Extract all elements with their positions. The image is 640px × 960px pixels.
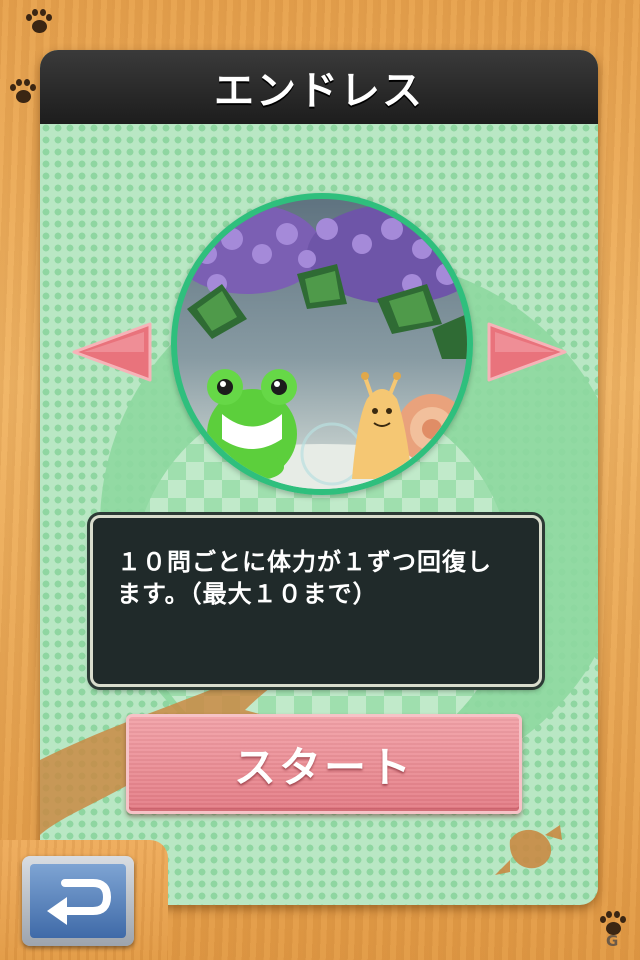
start-button-label: スタート — [233, 742, 414, 792]
description-box: １０問ごとに体力が１ずつ回復し ます。（最大１０まで） — [90, 515, 542, 687]
back-button[interactable] — [22, 856, 134, 946]
paw-print-icon — [8, 78, 38, 106]
page-title: エンドレス — [214, 68, 424, 114]
header-bar: エンドレス — [40, 50, 598, 124]
stage-preview — [171, 193, 473, 495]
start-button[interactable]: スタート — [126, 714, 522, 814]
next-mode-button[interactable] — [485, 320, 569, 384]
watermark-logo: G — [606, 932, 619, 950]
back-button-face — [30, 864, 126, 938]
return-arrow-icon — [47, 879, 112, 925]
arrow-left-icon — [72, 322, 152, 382]
arrow-right-icon — [487, 322, 567, 382]
mode-panel: エンドレス １０問ごとに体力が１ずつ回復し ます。（最大１０まで） スタート — [40, 50, 598, 905]
description-text: １０問ごとに体力が１ずつ回復し ます。（最大１０まで） — [117, 548, 492, 608]
stage-illustration — [177, 204, 467, 489]
prev-mode-button[interactable] — [70, 320, 154, 384]
paw-print-icon — [24, 8, 54, 36]
